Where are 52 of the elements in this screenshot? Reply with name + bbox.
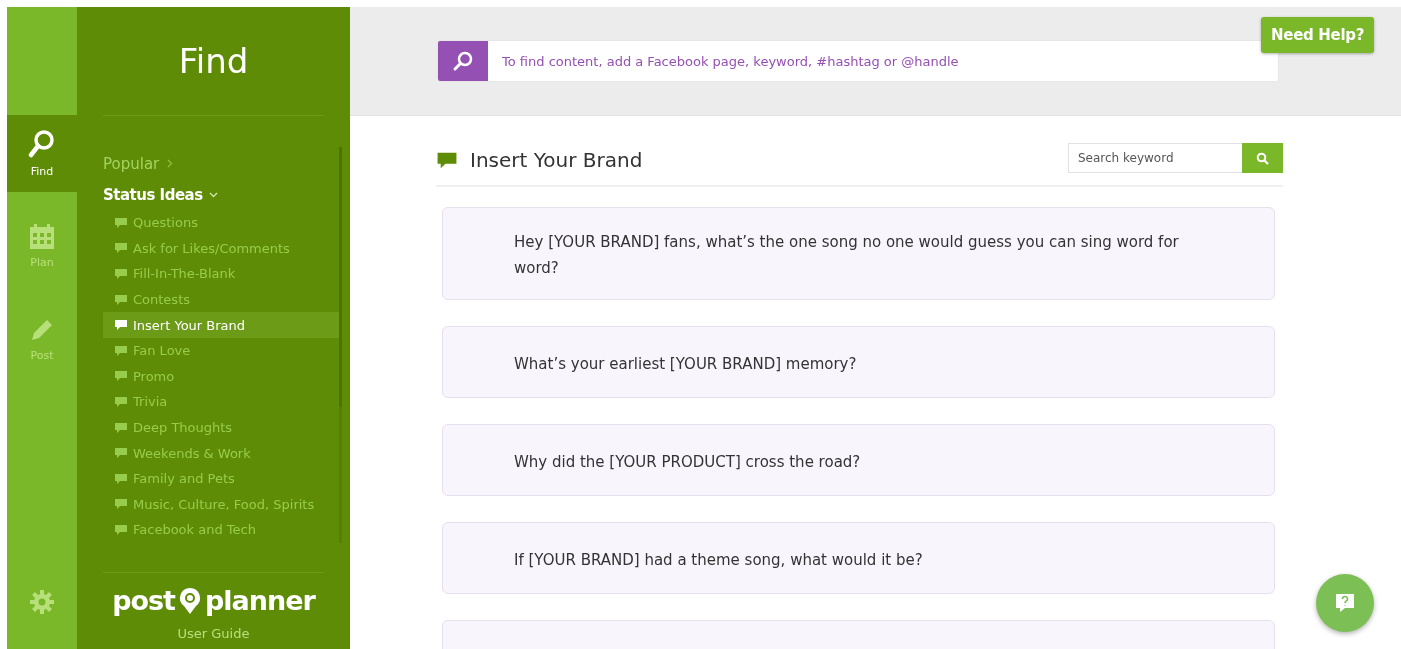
speech-bubble-icon — [114, 523, 128, 536]
speech-bubble-icon — [114, 216, 128, 229]
help-bubble-icon — [1334, 592, 1356, 614]
user-guide-link[interactable]: User Guide — [77, 626, 350, 641]
menu-item[interactable]: Trivia — [103, 389, 339, 415]
speech-bubble-icon — [114, 268, 128, 280]
menu-item[interactable]: Family and Pets — [103, 465, 339, 492]
menu-item[interactable]: Contests — [103, 286, 339, 313]
menu-item[interactable]: Deep Thoughts — [103, 414, 339, 441]
menu-item[interactable]: Weekends & Work — [103, 440, 339, 466]
search-button[interactable] — [1242, 143, 1283, 173]
speech-bubble-icon — [114, 344, 128, 357]
speech-bubble-icon — [436, 150, 458, 170]
speech-bubble-icon — [114, 472, 128, 485]
menu-item[interactable]: Fan Love — [103, 337, 339, 364]
status-idea-card[interactable]: Why did the [YOUR PRODUCT] cross the road? — [442, 424, 1275, 496]
section-title: Insert Your Brand — [470, 148, 644, 172]
speech-bubble-icon — [114, 421, 128, 434]
keyword-search-field[interactable]: Search keyword — [1068, 143, 1242, 173]
content-search-field[interactable]: To find content, add a Facebook page, keyword, #hashtag or @handle — [437, 40, 1279, 82]
search-icon — [28, 129, 56, 159]
need-help-button[interactable]: Need Help? — [1261, 17, 1375, 53]
search-icon — [452, 50, 474, 72]
menu-group[interactable]: Status Ideas — [103, 179, 218, 210]
status-idea-card[interactable]: If [YOUR BRAND] had a theme song, what would it be? — [442, 522, 1275, 594]
pencil-icon — [29, 317, 55, 343]
nav-tab[interactable]: Post — [7, 301, 77, 378]
settings-icon[interactable] — [29, 589, 55, 615]
menu-item[interactable]: Music, Culture, Food, Spirits — [103, 491, 339, 518]
speech-bubble-icon — [114, 370, 128, 383]
speech-bubble-icon — [114, 498, 128, 511]
status-idea-card[interactable]: What’s your earliest [YOUR BRAND] memory? — [442, 326, 1275, 398]
calendar-icon — [29, 224, 55, 250]
search-icon — [1256, 151, 1269, 165]
menu-item[interactable]: Facebook and Tech — [103, 517, 339, 543]
speech-bubble-icon — [114, 395, 128, 408]
speech-bubble-icon — [114, 293, 128, 306]
panel-title: Find — [177, 40, 250, 83]
post-planner-logo: post planner — [111, 585, 317, 616]
menu-item[interactable]: Questions — [103, 210, 339, 236]
status-idea-card[interactable]: Hey [YOUR BRAND] fans, what’s the one song no one would guess you can sing word for word? — [442, 207, 1275, 300]
speech-bubble-icon — [114, 242, 128, 255]
menu-group[interactable]: Popular — [103, 148, 175, 179]
nav-tab[interactable]: Plan — [7, 208, 77, 285]
chat-help-button[interactable] — [1316, 574, 1374, 632]
speech-bubble-icon — [114, 319, 128, 332]
menu-item[interactable]: Promo — [103, 363, 339, 390]
speech-bubble-icon — [114, 447, 128, 460]
menu-item[interactable]: Fill-In-The-Blank — [103, 261, 339, 287]
nav-tab[interactable]: Find — [7, 115, 77, 192]
menu-item[interactable]: Ask for Likes/Comments — [103, 235, 339, 262]
menu-item[interactable]: Insert Your Brand — [103, 312, 339, 338]
